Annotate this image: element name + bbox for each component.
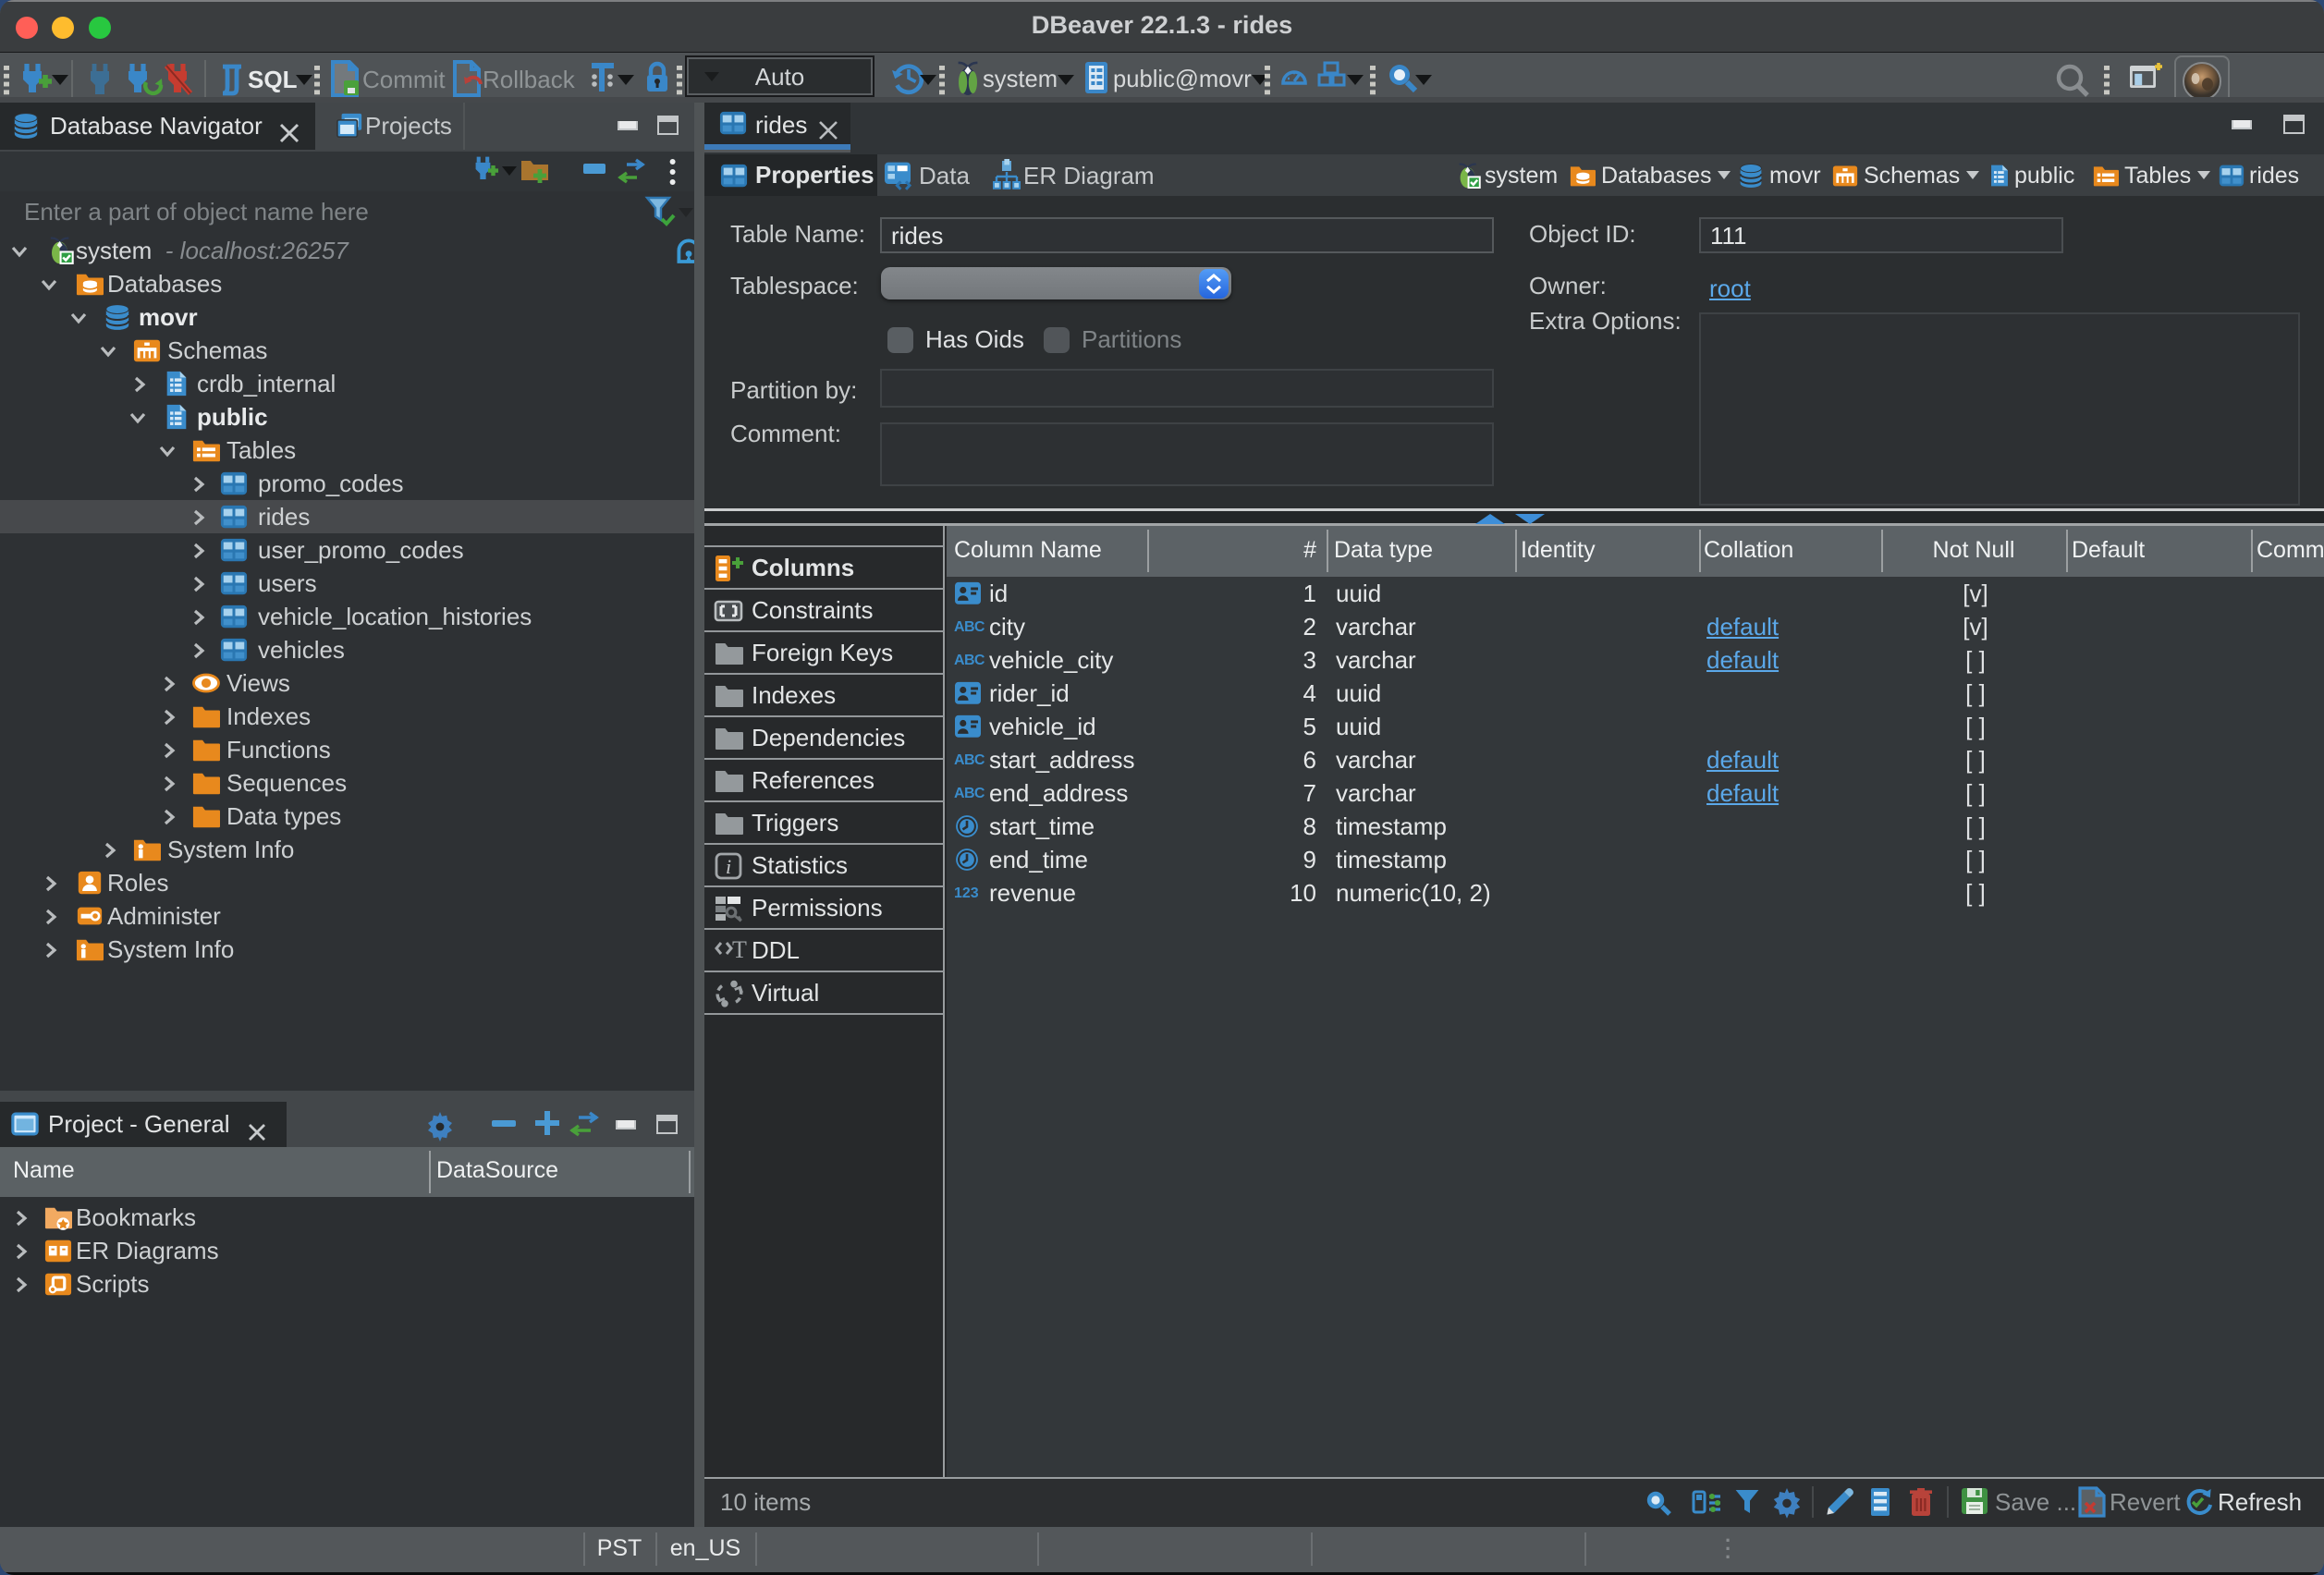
svg-text:i: i xyxy=(726,855,731,878)
svg-text:T: T xyxy=(732,936,747,963)
